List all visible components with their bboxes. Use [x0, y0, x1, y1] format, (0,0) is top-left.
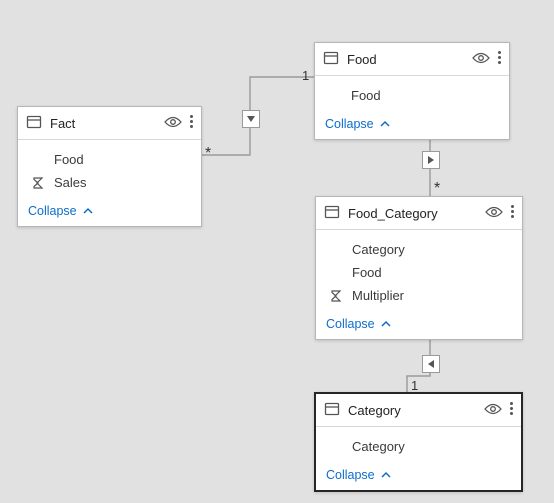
table-title: Food_Category — [348, 206, 485, 221]
more-options-icon[interactable] — [498, 49, 501, 69]
field-name: Sales — [54, 175, 87, 190]
field-name: Category — [352, 242, 405, 257]
field-row[interactable]: Food — [18, 148, 201, 171]
cardinality-one: 1 — [411, 378, 418, 393]
sigma-icon — [32, 177, 48, 189]
field-row[interactable]: Sales — [18, 171, 201, 194]
field-list: Food Sales — [18, 140, 201, 198]
cardinality-one: 1 — [302, 68, 309, 83]
more-options-icon[interactable] — [510, 400, 513, 420]
table-category[interactable]: Category Category Collapse — [314, 392, 523, 492]
field-row[interactable]: Food — [315, 84, 509, 107]
sigma-icon — [330, 290, 346, 302]
table-icon — [324, 401, 340, 420]
table-title: Fact — [50, 116, 164, 131]
field-row[interactable]: Category — [316, 238, 522, 261]
field-name: Multiplier — [352, 288, 404, 303]
cardinality-many: * — [205, 145, 211, 163]
table-food[interactable]: Food Food Collapse — [314, 42, 510, 140]
collapse-button[interactable]: Collapse — [315, 111, 509, 139]
filter-direction-icon — [422, 151, 440, 169]
visibility-icon[interactable] — [164, 115, 182, 132]
table-title: Category — [348, 403, 484, 418]
more-options-icon[interactable] — [511, 203, 514, 223]
chevron-up-icon — [381, 468, 391, 482]
table-fact[interactable]: Fact Food Sales Collapse — [17, 106, 202, 227]
visibility-icon[interactable] — [485, 205, 503, 222]
model-canvas[interactable]: 1 * 1 * 1 * Fact Food Sales — [0, 0, 554, 503]
field-list: Food — [315, 76, 509, 111]
more-options-icon[interactable] — [190, 113, 193, 133]
collapse-label: Collapse — [28, 204, 77, 218]
collapse-button[interactable]: Collapse — [316, 311, 522, 339]
chevron-up-icon — [381, 317, 391, 331]
field-name: Food — [351, 88, 381, 103]
collapse-button[interactable]: Collapse — [18, 198, 201, 226]
visibility-icon[interactable] — [472, 51, 490, 68]
collapse-label: Collapse — [326, 468, 375, 482]
field-row[interactable]: Category — [316, 435, 521, 458]
collapse-label: Collapse — [326, 317, 375, 331]
chevron-up-icon — [380, 117, 390, 131]
filter-direction-icon — [242, 110, 260, 128]
table-icon — [26, 114, 42, 133]
field-row[interactable]: Multiplier — [316, 284, 522, 307]
filter-direction-icon — [422, 355, 440, 373]
collapse-button[interactable]: Collapse — [316, 462, 521, 490]
table-icon — [323, 50, 339, 69]
table-title: Food — [347, 52, 472, 67]
chevron-up-icon — [83, 204, 93, 218]
field-name: Category — [352, 439, 405, 454]
field-row[interactable]: Food — [316, 261, 522, 284]
table-food-category[interactable]: Food_Category Category Food Multiplier C… — [315, 196, 523, 340]
field-name: Food — [54, 152, 84, 167]
collapse-label: Collapse — [325, 117, 374, 131]
field-name: Food — [352, 265, 382, 280]
table-icon — [324, 204, 340, 223]
field-list: Category Food Multiplier — [316, 230, 522, 311]
visibility-icon[interactable] — [484, 402, 502, 419]
field-list: Category — [316, 427, 521, 462]
